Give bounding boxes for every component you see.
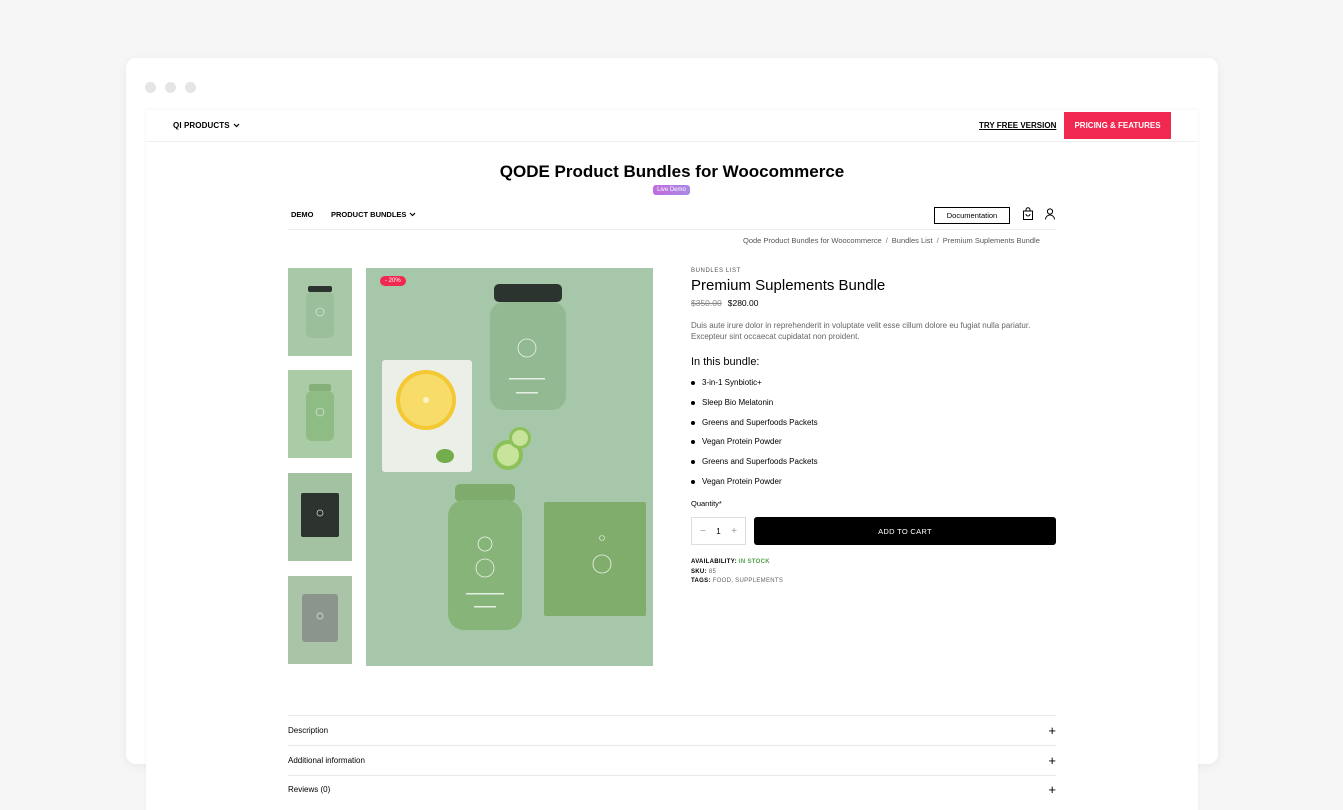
user-icon[interactable]	[1044, 207, 1056, 221]
top-bar: QI PRODUCTS TRY FREE VERSION PRICING & F…	[146, 110, 1198, 142]
bundle-items-list: 3-in-1 Synbiotic+ Sleep Bio Melatonin Gr…	[691, 378, 1056, 497]
documentation-button[interactable]: Documentation	[934, 207, 1010, 224]
quantity-label: Quantity*	[691, 498, 722, 508]
sku-label: SKU:	[691, 568, 707, 575]
window-dot-close[interactable]	[145, 82, 156, 93]
product-tabs-accordion: Description + Additional information + R…	[288, 715, 1056, 804]
live-demo-badge: Live Demo	[653, 185, 690, 195]
thumbnail-gray-pouch[interactable]	[288, 576, 352, 664]
plus-icon[interactable]: +	[1048, 754, 1056, 767]
breadcrumb-separator: /	[936, 236, 939, 245]
breadcrumb-separator: /	[885, 236, 888, 245]
qi-products-menu[interactable]: QI PRODUCTS	[173, 121, 240, 130]
sku-value: 85	[708, 568, 717, 575]
accordion-title: Additional information	[288, 755, 365, 765]
cart-icon[interactable]	[1022, 207, 1034, 221]
chevron-down-icon	[409, 212, 416, 217]
current-price: $280.00	[727, 298, 759, 308]
try-free-version-link[interactable]: TRY FREE VERSION	[979, 121, 1056, 130]
plus-icon[interactable]: +	[1048, 783, 1056, 796]
breadcrumb-item-home[interactable]: Qode Product Bundles for Woocommerce	[743, 236, 882, 245]
window-dot-minimize[interactable]	[165, 82, 176, 93]
availability-label: AVAILABILITY:	[691, 559, 737, 565]
demo-page: QI PRODUCTS TRY FREE VERSION PRICING & F…	[146, 110, 1198, 810]
site-nav: DEMO PRODUCT BUNDLES Documentation	[288, 202, 1056, 230]
product-meta: AVAILABILITY: IN STOCK SKU: 85 TAGS: FOO…	[691, 558, 783, 587]
product-price: $350.00 $280.00	[691, 298, 1056, 308]
nav-product-bundles-label: PRODUCT BUNDLES	[331, 210, 407, 219]
nav-demo[interactable]: DEMO	[291, 210, 314, 219]
window-dot-maximize[interactable]	[185, 82, 196, 93]
qi-products-label: QI PRODUCTS	[173, 121, 230, 130]
old-price: $350.00	[691, 298, 722, 308]
accordion-title: Description	[288, 725, 329, 735]
plus-icon[interactable]: +	[731, 526, 737, 537]
tags-label: TAGS:	[691, 578, 711, 584]
minus-icon[interactable]: −	[700, 526, 706, 537]
thumbnail-jar-green[interactable]	[288, 370, 352, 458]
add-to-cart-button[interactable]: ADD TO CART	[754, 517, 1056, 545]
add-to-cart-row: − 1 + ADD TO CART	[691, 517, 1056, 545]
tags-value[interactable]: FOOD, SUPPLEMENTS	[713, 578, 783, 584]
product-title: Premium Suplements Bundle	[691, 277, 886, 294]
breadcrumb: Qode Product Bundles for Woocommerce / B…	[743, 236, 1040, 245]
accordion-reviews[interactable]: Reviews (0) +	[288, 774, 1056, 805]
quantity-value[interactable]: 1	[716, 527, 720, 536]
accordion-additional-information[interactable]: Additional information +	[288, 744, 1056, 775]
bundle-item: Greens and Superfoods Packets	[691, 418, 1056, 438]
quantity-stepper[interactable]: − 1 +	[691, 517, 746, 545]
bundle-item: Vegan Protein Powder	[691, 437, 1056, 457]
accordion-title: Reviews (0)	[288, 785, 331, 795]
bundle-item: Vegan Protein Powder	[691, 477, 1056, 497]
breadcrumb-item-bundles-list[interactable]: Bundles List	[892, 236, 933, 245]
bundle-item: Greens and Superfoods Packets	[691, 457, 1056, 477]
nav-product-bundles[interactable]: PRODUCT BUNDLES	[331, 210, 416, 219]
product-main-image[interactable]: - 20%	[366, 268, 653, 666]
chevron-down-icon	[233, 123, 240, 128]
window-controls	[145, 82, 196, 93]
accordion-description[interactable]: Description +	[288, 715, 1056, 745]
bundle-item: Sleep Bio Melatonin	[691, 398, 1056, 418]
thumbnail-black-pouch[interactable]	[288, 473, 352, 561]
page-title: QODE Product Bundles for Woocommerce	[499, 162, 845, 181]
plus-icon[interactable]: +	[1048, 724, 1056, 737]
product-summary: BUNDLES LIST Premium Suplements Bundle $…	[691, 268, 1056, 584]
breadcrumb-item-current: Premium Suplements Bundle	[942, 236, 1040, 245]
bundle-item: 3-in-1 Synbiotic+	[691, 378, 1056, 398]
availability-value: IN STOCK	[738, 559, 770, 565]
product-category[interactable]: BUNDLES LIST	[691, 268, 1056, 274]
sale-badge: - 20%	[380, 276, 406, 286]
product-description: Duis aute irure dolor in reprehenderit i…	[691, 321, 1031, 341]
thumbnail-jar-dark-lid[interactable]	[288, 268, 352, 356]
bundle-heading: In this bundle:	[691, 356, 760, 368]
pricing-features-button[interactable]: PRICING & FEATURES	[1064, 112, 1171, 139]
